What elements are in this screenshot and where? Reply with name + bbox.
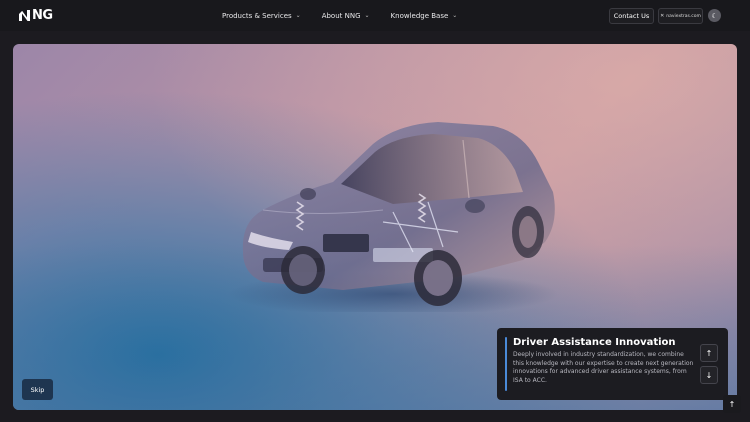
logo-text: NG — [32, 8, 53, 23]
site-label: naviextras.com — [666, 13, 701, 19]
next-slide-button[interactable]: ↓ — [700, 366, 718, 384]
arrow-up-icon: ↑ — [705, 348, 713, 358]
feature-info-card: Driver Assistance Innovation Deeply invo… — [497, 328, 728, 400]
contact-us-button[interactable]: Contact Us — [609, 8, 654, 24]
back-to-top-button[interactable]: ↑ — [723, 395, 741, 413]
card-description: Deeply involved in industry standardizat… — [513, 351, 694, 385]
skip-button[interactable]: Skip — [22, 379, 53, 400]
theme-toggle-button[interactable]: ☾ — [708, 9, 721, 22]
n-logo-mark-icon — [18, 9, 31, 22]
nng-logo[interactable]: NG — [18, 8, 53, 23]
card-accent-bar — [505, 337, 507, 391]
main-menu: Products & Services ⌄ About NNG ⌄ Knowle… — [222, 0, 478, 31]
naviextras-logo-icon: ✕ — [660, 13, 665, 19]
menu-about-nng[interactable]: About NNG ⌄ — [322, 12, 370, 20]
arrow-up-icon: ↑ — [728, 399, 736, 409]
card-title: Driver Assistance Innovation — [513, 337, 676, 348]
top-navigation: NG Products & Services ⌄ About NNG ⌄ Kno… — [0, 0, 750, 31]
xray-car-illustration — [228, 122, 558, 312]
previous-slide-button[interactable]: ↑ — [700, 344, 718, 362]
chevron-down-icon: ⌄ — [452, 12, 458, 19]
menu-knowledge-base[interactable]: Knowledge Base ⌄ — [391, 12, 458, 20]
menu-label: About NNG — [321, 11, 361, 20]
menu-label: Knowledge Base — [390, 11, 449, 20]
chevron-down-icon: ⌄ — [364, 12, 370, 19]
chevron-down-icon: ⌄ — [295, 12, 301, 19]
menu-products-services[interactable]: Products & Services ⌄ — [222, 12, 301, 20]
arrow-down-icon: ↓ — [705, 370, 713, 380]
naviextras-link[interactable]: ✕ naviextras.com — [658, 8, 703, 24]
menu-label: Products & Services — [222, 11, 292, 20]
moon-icon: ☾ — [711, 11, 718, 20]
